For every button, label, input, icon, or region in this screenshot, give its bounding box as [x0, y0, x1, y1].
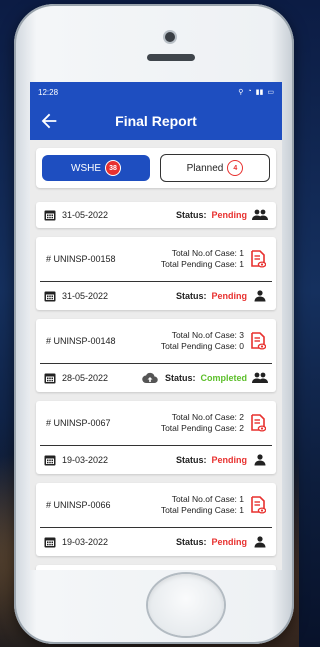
- card-date: 28-05-2022: [62, 373, 109, 383]
- status-icons: ⚲ ◔ ▮▮ ▭: [238, 88, 274, 96]
- tab-label: WSHE: [71, 162, 101, 174]
- inspection-id: # UNINSP-00158: [46, 254, 116, 264]
- card-header: # UNINSP-0066 Total No.of Case: 1 Total Pe…: [40, 483, 272, 528]
- calendar-icon: [44, 537, 56, 548]
- status-time: 12:28: [38, 87, 59, 97]
- earpiece-speaker: [147, 54, 195, 61]
- card-footer: 19-03-2022 Status: Pending: [36, 446, 276, 474]
- pending-cases: Total Pending Case: 0: [160, 341, 244, 351]
- card-date: 19-03-2022: [62, 455, 109, 465]
- card-header: # UNINSP-0064Total No.of Case: 2Total Pe…: [40, 565, 272, 570]
- status-value: Pending: [211, 537, 248, 547]
- report-card[interactable]: # UNINSP-0064Total No.of Case: 2Total Pe…: [36, 565, 276, 570]
- pending-cases: Total Pending Case: 1: [160, 259, 244, 269]
- person-icon: [254, 454, 266, 466]
- card-footer: 19-03-2022 Status: Pending: [36, 528, 276, 556]
- location-icon: ⚲: [238, 89, 244, 96]
- status-bar: 12:28 ⚲ ◔ ▮▮ ▭: [30, 82, 282, 102]
- status-label: Status:: [175, 537, 207, 547]
- group-icon: [252, 209, 268, 220]
- card-header: # UNINSP-00158 Total No.of Case: 1 Total P…: [40, 237, 272, 282]
- status-value: Pending: [211, 455, 248, 465]
- report-list: 31-05-2022 Status: Pending # UNINSP-0015…: [36, 202, 276, 570]
- report-card[interactable]: 31-05-2022 Status: Pending: [36, 202, 276, 228]
- count-badge: 4: [227, 160, 244, 176]
- person-icon: [254, 536, 266, 548]
- count-badge: 38: [105, 160, 121, 176]
- total-cases: Total No.of Case: 2: [171, 412, 244, 422]
- status-label: Status:: [175, 291, 207, 301]
- inspection-id: # UNINSP-0066: [46, 500, 111, 510]
- cloud-upload-icon[interactable]: [142, 372, 158, 384]
- tab-wshe[interactable]: WSHE 38: [42, 155, 150, 181]
- report-card[interactable]: # UNINSP-0066 Total No.of Case: 1 Total Pe…: [36, 483, 276, 556]
- card-footer: 31-05-2022 Status: Pending: [36, 202, 276, 228]
- card-date: 31-05-2022: [62, 210, 109, 220]
- pending-cases: Total Pending Case: 1: [160, 505, 244, 515]
- report-view-icon[interactable]: [250, 496, 266, 514]
- tab-planned[interactable]: Planned 4: [160, 154, 270, 182]
- back-arrow-icon[interactable]: [38, 110, 60, 132]
- signal-icon: ▮▮: [255, 89, 264, 96]
- total-cases: Total No.of Case: 1: [171, 248, 244, 258]
- app-bar: Final Report: [30, 102, 282, 140]
- card-footer: 31-05-2022 Status: Pending: [36, 282, 276, 310]
- report-view-icon[interactable]: [250, 250, 266, 268]
- tab-label: Planned: [186, 162, 224, 174]
- inspection-id: # UNINSP-0067: [46, 418, 111, 428]
- status-label: Status:: [164, 373, 196, 383]
- card-footer: 28-05-2022 Status: Completed: [36, 364, 276, 392]
- card-date: 19-03-2022: [62, 537, 109, 547]
- pending-cases: Total Pending Case: 2: [160, 423, 244, 433]
- calendar-icon: [44, 373, 56, 384]
- report-card[interactable]: # UNINSP-00148 Total No.of Case: 3 Total P…: [36, 319, 276, 392]
- status-value: Completed: [200, 373, 247, 383]
- total-cases: Total No.of Case: 3: [171, 330, 244, 340]
- group-icon: [252, 372, 268, 383]
- report-card[interactable]: # UNINSP-00158 Total No.of Case: 1 Total P…: [36, 237, 276, 310]
- calendar-icon: [44, 210, 56, 221]
- report-card[interactable]: # UNINSP-0067 Total No.of Case: 2 Total Pe…: [36, 401, 276, 474]
- inspection-id: # UNINSP-00148: [46, 336, 116, 346]
- person-icon: [254, 290, 266, 302]
- calendar-icon: [44, 455, 56, 466]
- report-view-icon[interactable]: [250, 414, 266, 432]
- status-label: Status:: [175, 455, 207, 465]
- card-date: 31-05-2022: [62, 291, 109, 301]
- status-value: Pending: [211, 291, 248, 301]
- card-header: # UNINSP-0067 Total No.of Case: 2 Total Pe…: [40, 401, 272, 446]
- card-header: # UNINSP-00148 Total No.of Case: 3 Total P…: [40, 319, 272, 364]
- battery-icon: ▭: [267, 89, 274, 96]
- page-title: Final Report: [115, 113, 197, 129]
- total-cases: Total No.of Case: 1: [171, 494, 244, 504]
- app-screen: 12:28 ⚲ ◔ ▮▮ ▭ Final Report WSHE 38 Plan…: [30, 82, 282, 570]
- tab-bar: WSHE 38 Planned 4: [36, 148, 276, 188]
- status-value: Pending: [211, 210, 248, 220]
- front-camera: [165, 32, 175, 42]
- wifi-icon: ◔: [247, 88, 252, 95]
- status-label: Status:: [175, 210, 207, 220]
- report-view-icon[interactable]: [250, 332, 266, 350]
- calendar-icon: [44, 291, 56, 302]
- home-button[interactable]: [148, 574, 224, 636]
